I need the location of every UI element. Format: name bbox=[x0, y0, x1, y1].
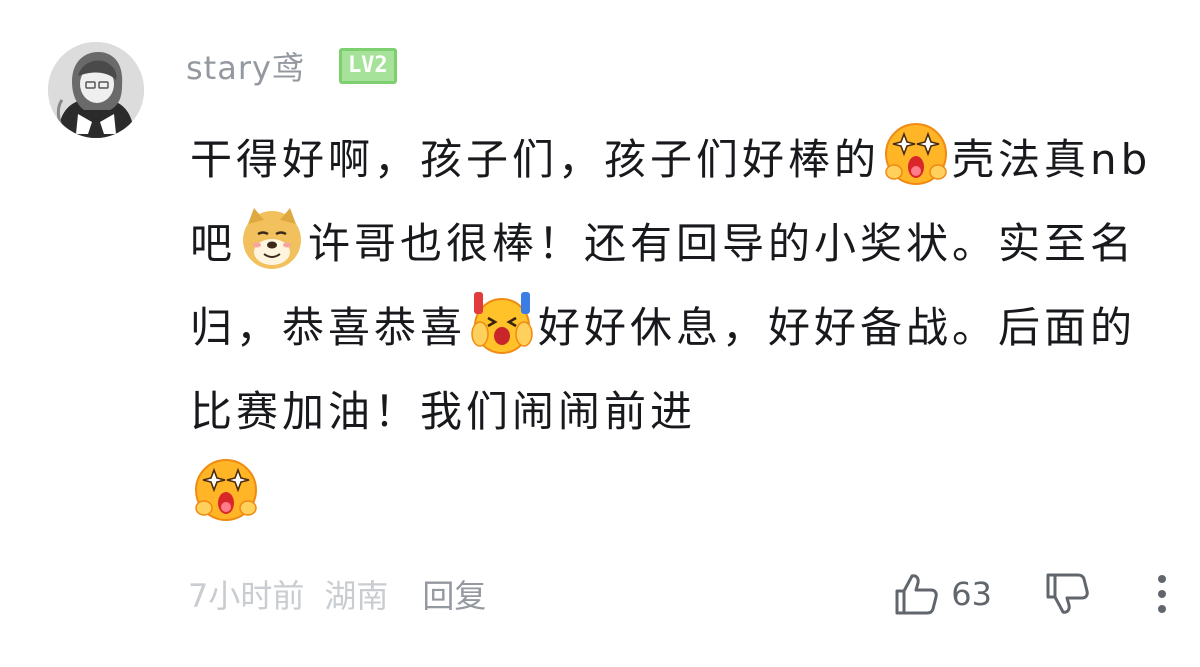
username[interactable]: stary鸢 bbox=[186, 43, 305, 89]
more-vertical-icon bbox=[1158, 575, 1166, 613]
avatar[interactable] bbox=[48, 42, 144, 138]
like-button[interactable]: 63 bbox=[893, 571, 1044, 617]
comment-text-segment: 干得好啊，孩子们，孩子们好棒的 bbox=[190, 135, 881, 184]
comment-location: 湖南 bbox=[324, 577, 389, 615]
thumbs-up-icon bbox=[895, 574, 939, 615]
like-count: 63 bbox=[951, 575, 992, 613]
more-options-button[interactable] bbox=[1156, 571, 1168, 617]
comment-time: 7小时前 bbox=[188, 577, 305, 615]
thumbs-down-icon bbox=[1046, 573, 1089, 614]
dislike-button[interactable] bbox=[1044, 571, 1090, 617]
avatar-image bbox=[48, 42, 144, 138]
comment-text: 干得好啊，孩子们，孩子们好棒的 壳法真nb吧 许哥也很棒！还有回导的小奖状。实至… bbox=[190, 118, 1170, 538]
starry-eyed-emoji-icon bbox=[192, 456, 260, 524]
reply-button[interactable]: 回复 bbox=[422, 571, 486, 617]
level-badge: LV2 bbox=[338, 48, 397, 84]
comment-actions: 63 bbox=[893, 570, 1168, 618]
comment-header: stary鸢 LV2 bbox=[186, 44, 397, 88]
starry-eyed-emoji-icon bbox=[882, 120, 950, 188]
comment-footer: 7小时前 湖南 回复 63 bbox=[188, 570, 1168, 618]
comment-item: stary鸢 LV2 干得好啊，孩子们，孩子们好棒的 壳法真nb吧 许哥也很棒！… bbox=[0, 0, 1200, 667]
comment-meta: 7小时前 湖南 回复 bbox=[188, 570, 486, 618]
cheering-emoji-icon bbox=[468, 288, 536, 356]
doge-emoji-icon bbox=[238, 204, 306, 272]
